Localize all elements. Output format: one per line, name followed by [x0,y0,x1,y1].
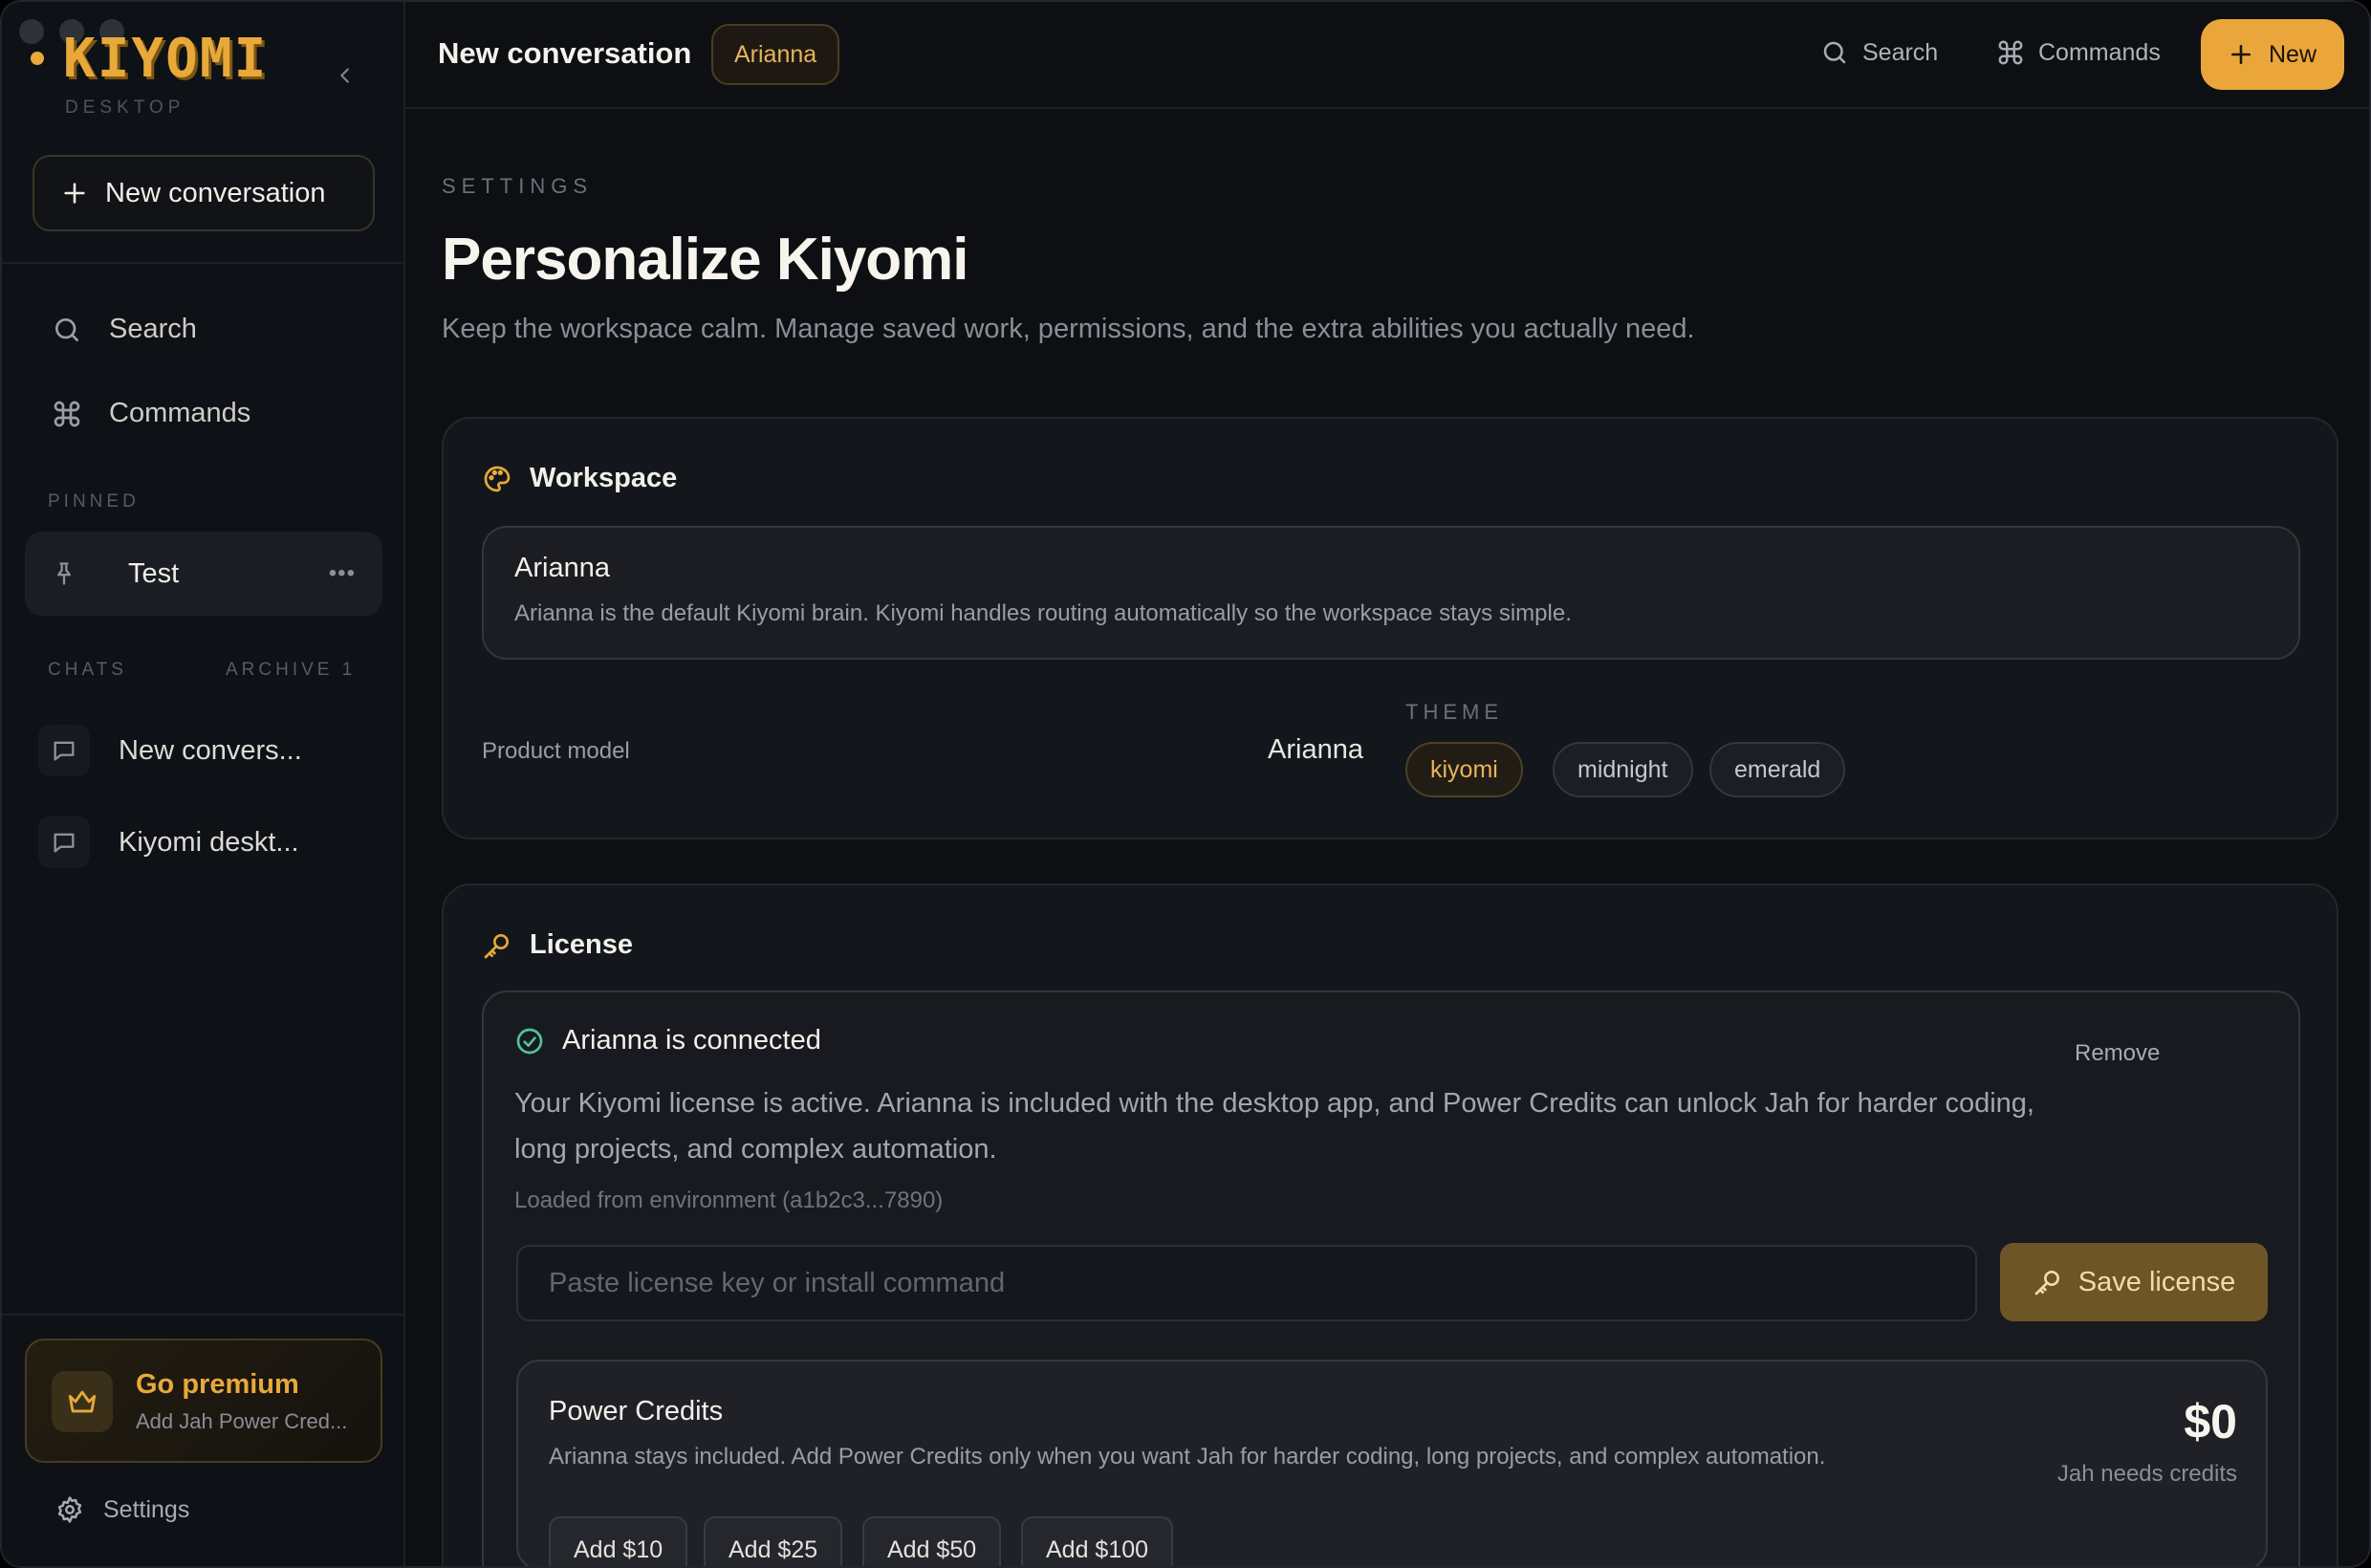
new-conversation-button[interactable]: New conversation [33,155,375,231]
power-credits-title: Power Credits [549,1396,724,1426]
workspace-heading-label: Workspace [530,463,678,493]
save-license-button[interactable]: Save license [2000,1243,2268,1321]
pin-icon [57,562,72,585]
search-icon [1823,41,1846,64]
header-search-label: Search [1862,38,1939,66]
collapse-sidebar-button[interactable] [331,61,359,90]
sidebar-item-settings[interactable]: Settings [55,1495,189,1524]
license-description: Your Kiyomi license is active. Arianna i… [514,1080,2034,1172]
go-premium-card[interactable]: Go premium Add Jah Power Cred... [25,1339,382,1463]
workspace-card: Workspace Arianna Arianna is the default… [442,417,2338,839]
remove-license-button[interactable]: Remove [2075,1040,2160,1067]
key-icon [2034,1271,2059,1296]
chat-item[interactable]: New convers... [38,725,302,776]
pinned-item-test[interactable]: Test ••• [25,532,382,616]
credits-status: Jah needs credits [2056,1461,2237,1487]
chat-bubble-icon [54,833,75,853]
license-description-line: long projects, and complex automation. [514,1134,997,1165]
theme-label: THEME [1405,700,1503,724]
pinned-section-label: PINNED [48,491,140,512]
power-credits-description: Arianna stays included. Add Power Credit… [549,1444,1826,1470]
new-conversation-label: New conversation [105,177,326,208]
sidebar: KIYOMI DESKTOP New conversation Search C… [2,2,405,1566]
plus-icon [2231,45,2251,64]
logo-dot [31,52,44,65]
model-name: Arianna [514,553,610,583]
page-title: Personalize Kiyomi [442,227,969,293]
credits-balance: $0 [2184,1395,2237,1448]
settings-page: SETTINGS Personalize Kiyomi Keep the wor… [405,109,2369,1566]
chat-item-label: Kiyomi deskt... [119,826,299,858]
check-circle-icon [516,1028,543,1054]
sidebar-item-label: Commands [109,398,251,428]
settings-label: Settings [103,1495,190,1523]
chevron-left-icon [340,68,349,83]
app-logo: KIYOMI [63,28,269,90]
header-search-button[interactable]: Search [1820,38,1938,67]
palette-icon [484,466,511,491]
chat-item-label: New convers... [119,734,302,766]
page-subtitle: Keep the workspace calm. Manage saved wo… [442,314,1695,344]
license-heading: License [482,929,633,961]
top-bar: New conversation Arianna Search Commands… [405,2,2369,109]
more-options-icon[interactable]: ••• [329,560,356,587]
premium-title: Go premium [136,1369,299,1400]
gear-icon [57,1496,82,1523]
power-credits-box: Power Credits Arianna stays included. Ad… [516,1360,2268,1566]
close-window-button[interactable] [19,19,44,44]
archive-link[interactable]: ARCHIVE 1 [226,660,356,681]
model-selector-pill[interactable]: Arianna [711,24,840,85]
license-source: Loaded from environment (a1b2c3...7890) [514,1187,944,1213]
premium-subtitle: Add Jah Power Cred... [136,1409,348,1433]
license-description-line: Your Kiyomi license is active. Arianna i… [514,1088,2034,1119]
workspace-heading: Workspace [482,463,677,494]
product-model-value: Arianna [1268,734,1363,765]
pinned-item-label: Test [128,557,180,589]
chat-icon-box [38,725,90,776]
license-card: License Arianna is connected Remove Your… [442,883,2338,1566]
conversation-title: New conversation [438,36,692,70]
chats-section-label: CHATS [48,660,127,680]
crown-icon [68,1390,97,1413]
crown-icon-box [52,1371,113,1432]
default-model-box: Arianna Arianna is the default Kiyomi br… [482,526,2300,660]
command-icon [1998,40,2023,65]
license-status-title: Arianna is connected [562,1025,821,1056]
header-commands-button[interactable]: Commands [1996,38,2161,67]
app-window: KIYOMI DESKTOP New conversation Search C… [0,0,2371,1568]
header-commands-label: Commands [2038,38,2161,66]
theme-chip-kiyomi[interactable]: kiyomi [1405,742,1523,797]
command-icon [54,401,80,426]
sidebar-divider [2,262,405,264]
key-icon [484,933,509,958]
pin-icon-box [40,550,88,598]
app-logo-subtitle: DESKTOP [65,98,185,118]
sidebar-item-search[interactable]: Search [52,314,197,345]
model-description: Arianna is the default Kiyomi brain. Kiy… [514,600,1572,626]
license-heading-label: License [530,929,633,960]
save-license-label: Save license [2077,1266,2236,1297]
page-eyebrow: SETTINGS [442,174,594,198]
chat-bubble-icon [54,741,75,761]
add-credits-100-button[interactable]: Add $100 [1021,1516,1174,1566]
chat-icon-box [38,817,90,868]
plus-icon [64,183,85,204]
license-status-box: Arianna is connected Remove Your Kiyomi … [482,991,2300,1566]
sidebar-item-label: Search [109,314,197,344]
product-model-label: Product model [482,738,630,764]
theme-chip-midnight[interactable]: midnight [1553,742,1693,797]
chat-item[interactable]: Kiyomi deskt... [38,817,299,868]
add-credits-10-button[interactable]: Add $10 [549,1516,688,1566]
add-credits-25-button[interactable]: Add $25 [704,1516,843,1566]
license-status: Arianna is connected [514,1025,821,1056]
sidebar-divider [2,1314,405,1316]
license-key-input[interactable]: Paste license key or install command [516,1245,1977,1321]
theme-chip-emerald[interactable]: emerald [1709,742,1846,797]
add-credits-50-button[interactable]: Add $50 [862,1516,1002,1566]
sidebar-item-commands[interactable]: Commands [52,398,250,429]
new-button-label: New [2268,40,2317,68]
search-icon [55,317,78,341]
new-button[interactable]: New [2201,19,2344,90]
